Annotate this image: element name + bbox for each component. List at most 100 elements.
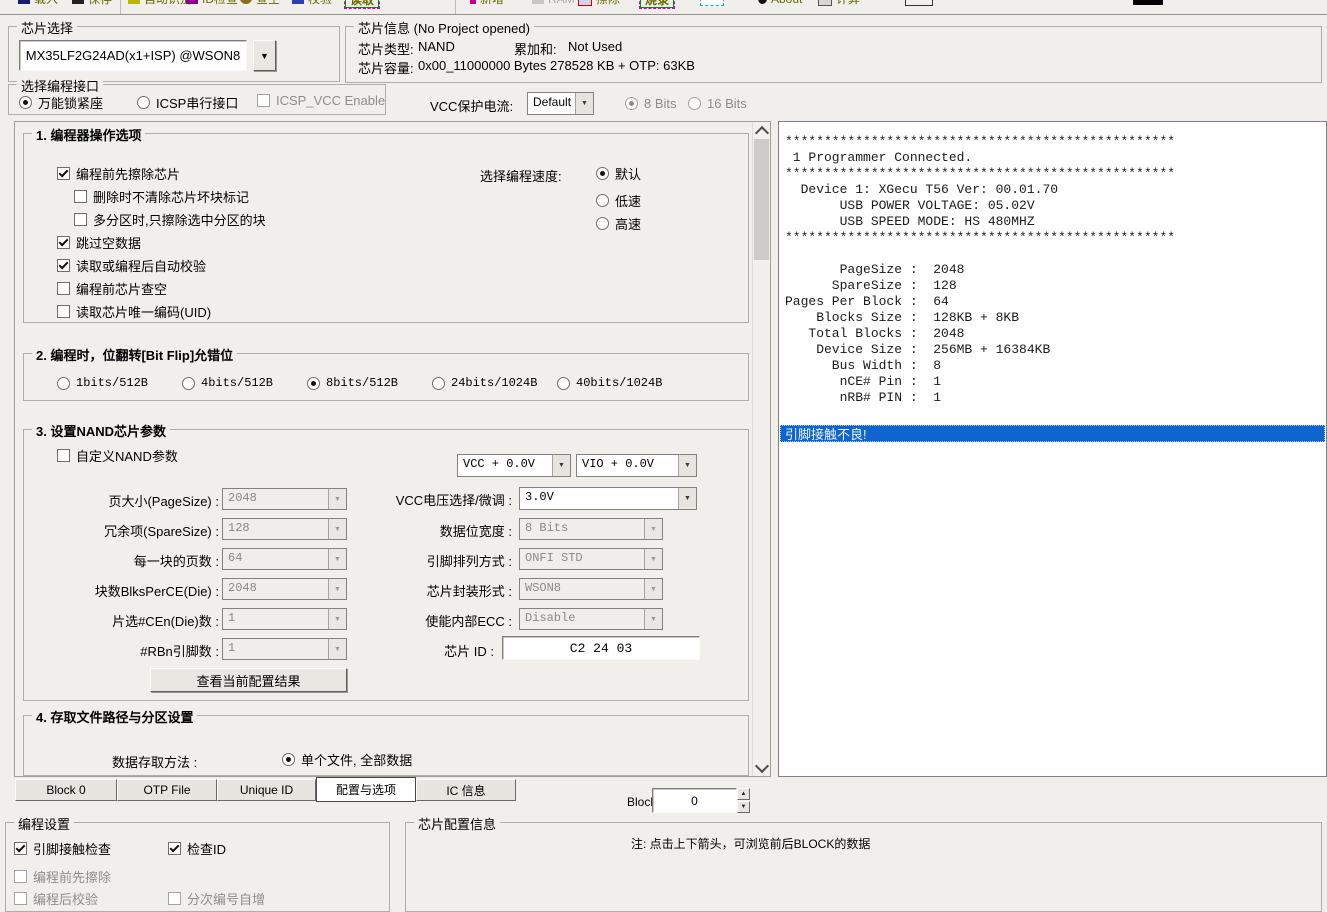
toolbar-power-button[interactable] (1133, 0, 1163, 5)
chip-select-box[interactable]: MX35LF2G24AD(x1+ISP) @WSON8 (19, 40, 247, 71)
toolbar-verify-button[interactable]: 校验 (292, 0, 332, 6)
radio-8bits-512b[interactable] (307, 377, 320, 390)
speed-option-high[interactable]: 高速 (596, 214, 641, 233)
toolbar-load-button[interactable]: 载入 (18, 0, 58, 6)
option-erase-before-program[interactable]: 编程前先擦除芯片 (57, 164, 180, 183)
bitflip-label: 40bits/1024B (576, 376, 662, 390)
block-spin-down-button[interactable]: ▼ (737, 801, 750, 813)
chip-select-dropdown-button[interactable]: ▼ (253, 40, 276, 71)
vcc-protect-combo[interactable]: Default ▼ (527, 92, 594, 115)
bitflip-option-2[interactable]: 4bits/512B (182, 376, 273, 390)
option-verify-after-program: 编程后校验 (14, 889, 98, 908)
radio-speed-default[interactable] (596, 167, 609, 180)
chevron-down-icon: ▼ (575, 93, 593, 114)
radio-40bits-1024b[interactable] (557, 377, 570, 390)
option-read-uid[interactable]: 读取芯片唯一编码(UID) (57, 302, 211, 321)
console-line: USB POWER VOLTAGE: 05.02V (785, 198, 1326, 214)
scroll-down-button[interactable] (753, 759, 770, 776)
radio-universal-socket[interactable] (19, 96, 32, 109)
interface-option-universal[interactable]: 万能锁紧座 (19, 93, 103, 112)
toolbar-voltage-button[interactable] (905, 0, 933, 6)
checkbox-check-id[interactable] (168, 842, 181, 855)
chip-config-info-group: 芯片配置信息 注: 点击上下箭头，可浏览前后BLOCK的数据 (405, 822, 1322, 912)
new-icon (470, 0, 476, 4)
tab-otp-file[interactable]: OTP File (117, 779, 217, 801)
section2-title: 2. 编程时，位翻转[Bit Flip]允错位 (32, 345, 237, 364)
option-keep-badblock-marks[interactable]: 删除时不清除芯片坏块标记 (74, 187, 249, 206)
chevron-down-icon: ▼ (644, 609, 662, 629)
toolbar-read-button[interactable]: 读取 (345, 0, 379, 8)
speed-option-low[interactable]: 低速 (596, 191, 641, 210)
view-config-button[interactable]: 查看当前配置结果 (150, 668, 347, 692)
radio-single-file-all-data[interactable] (282, 753, 295, 766)
chevron-up-icon (754, 126, 768, 140)
toolbar-autodetect-button[interactable]: 自动识别 (128, 0, 192, 6)
tab-block0[interactable]: Block 0 (15, 779, 117, 801)
toolbar-program-button[interactable]: 烧录 (640, 0, 674, 8)
radio-1bits-512b[interactable] (57, 377, 70, 390)
toolbar-tools-button[interactable] (700, 0, 724, 6)
vio-offset-combo[interactable]: VIO + 0.0V▼ (576, 454, 697, 477)
option-pin-contact-check[interactable]: 引脚接触检查 (14, 839, 111, 858)
checkbox-erase-before-program[interactable] (57, 167, 70, 180)
speed-low-label: 低速 (615, 191, 641, 210)
toolbar-erase-button[interactable]: 擦除 (578, 0, 620, 6)
checkbox-pin-contact-check[interactable] (14, 842, 27, 855)
toolbar-save-button[interactable]: 保存 (72, 0, 112, 6)
checkbox-auto-verify[interactable] (57, 259, 70, 272)
toolbar-program-label: 烧录 (645, 0, 669, 7)
checkbox-keep-badblock-marks[interactable] (74, 190, 87, 203)
custom-nand-option[interactable]: 自定义NAND参数 (57, 446, 178, 465)
interface-option-icsp[interactable]: ICSP串行接口 (137, 93, 238, 112)
radio-speed-high[interactable] (596, 217, 609, 230)
speed-option-default[interactable]: 默认 (596, 164, 641, 183)
pagesize-value: 2048 (223, 489, 328, 509)
scrollbar-thumb[interactable] (754, 139, 769, 260)
option-check-id[interactable]: 检查ID (168, 839, 226, 858)
checkbox-custom-nand-params[interactable] (57, 449, 70, 462)
radio-icsp-serial[interactable] (137, 96, 150, 109)
checkbox-blank-check-before-program[interactable] (57, 282, 70, 295)
vcc-offset-combo[interactable]: VCC + 0.0V▼ (457, 454, 571, 477)
tab-unique-id[interactable]: Unique ID (217, 779, 316, 801)
bitflip-option-4[interactable]: 24bits/1024B (432, 376, 537, 390)
tab-config-options[interactable]: 配置与选项 (316, 777, 416, 802)
scroll-up-button[interactable] (753, 122, 770, 139)
block-spin-up-button[interactable]: ▲ (737, 788, 750, 800)
toolbar-blankcheck-button[interactable]: 查空 (240, 0, 280, 6)
vio-offset-value: VIO + 0.0V (577, 455, 678, 476)
radio-4bits-512b[interactable] (182, 377, 195, 390)
chip-type-label: 芯片类型: (358, 39, 414, 58)
toolbar-idcheck-button[interactable]: ID检查 (186, 0, 238, 6)
block-number-input[interactable]: 0 (652, 788, 737, 813)
option-blank-check-before-program[interactable]: 编程前芯片查空 (57, 279, 167, 298)
section1-title: 1. 编程器操作选项 (32, 125, 145, 144)
checkbox-read-uid[interactable] (57, 305, 70, 318)
option-auto-verify[interactable]: 读取或编程后自动校验 (57, 256, 206, 275)
pin-layout-value: ONFI STD (520, 549, 644, 569)
bitflip-option-5[interactable]: 40bits/1024B (557, 376, 662, 390)
option-skip-blank-data[interactable]: 跳过空数据 (57, 233, 141, 252)
power-icon (1133, 0, 1163, 5)
toolbar-about-button[interactable]: About (758, 0, 802, 6)
toolbar-ram-button[interactable]: RAM (532, 0, 575, 6)
checkbox-erase-selected-partition[interactable] (74, 213, 87, 226)
tab-ic-info[interactable]: IC 信息 (416, 779, 516, 801)
bitflip-option-3[interactable]: 8bits/512B (307, 376, 398, 390)
chip-id-field[interactable]: C2 24 03 (502, 636, 700, 660)
options-panel-scrollbar[interactable] (752, 122, 770, 776)
chevron-down-icon: ▼ (644, 549, 662, 569)
bitflip-option-1[interactable]: 1bits/512B (57, 376, 148, 390)
chip-id-value: C2 24 03 (570, 641, 632, 656)
toolbar-new-button[interactable]: 新增 (470, 0, 504, 6)
section4-title: 4. 存取文件路径与分区设置 (32, 707, 197, 726)
option-erase-selected-partition[interactable]: 多分区时,只擦除选中分区的块 (74, 210, 266, 229)
vcc-voltage-combo[interactable]: 3.0V▼ (519, 487, 697, 510)
radio-speed-low[interactable] (596, 194, 609, 207)
radio-24bits-1024b[interactable] (432, 377, 445, 390)
toolbar-calc-button[interactable]: 计算 (818, 0, 860, 6)
method-single-file-option[interactable]: 单个文件, 全部数据 (282, 750, 412, 769)
blocks-per-ce-value: 2048 (223, 579, 328, 599)
checkbox-skip-blank-data[interactable] (57, 236, 70, 249)
option-label: 读取芯片唯一编码(UID) (76, 302, 211, 321)
